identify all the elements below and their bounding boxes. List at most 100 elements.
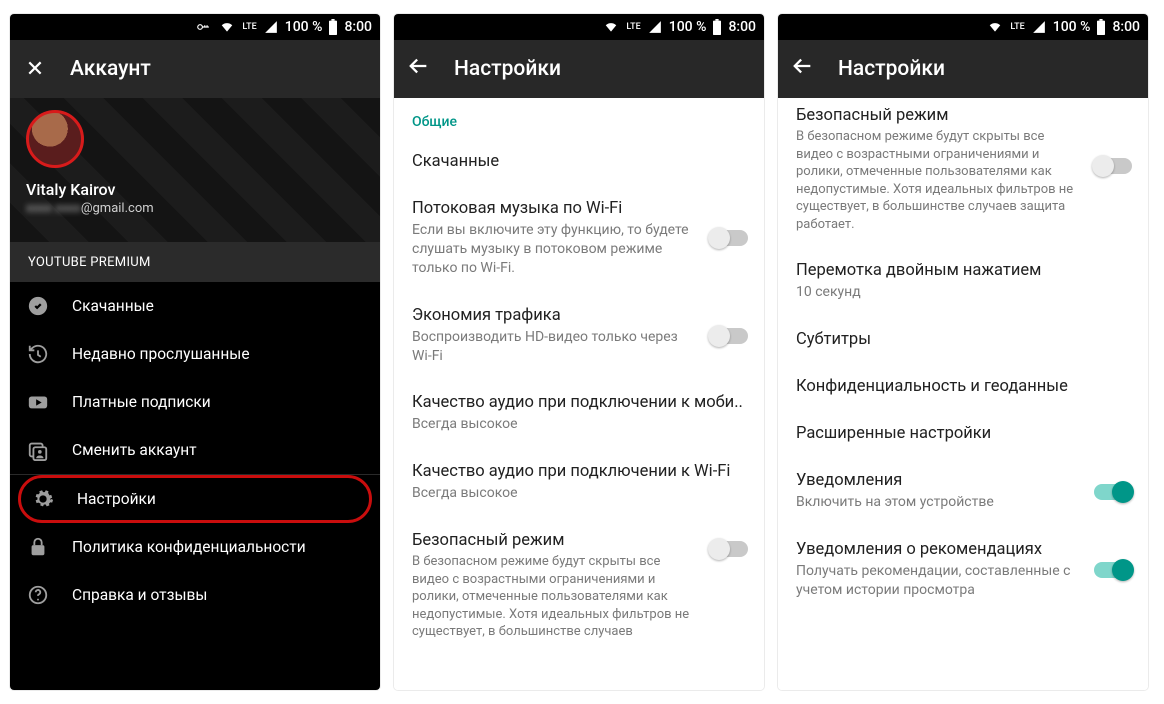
settings-item-double-tap[interactable]: Перемотка двойным нажатием 10 секунд [778, 247, 1148, 316]
account-body: Vitaly Kairov xxxx xxxx@gmail.com YOUTUB… [10, 98, 380, 690]
settings-item-subtitle: Воспроизводить HD-видео только через Wi-… [412, 328, 746, 366]
settings-item-audio-wifi[interactable]: Качество аудио при подключении к Wi-Fi В… [394, 448, 764, 517]
clock-text: 8:00 [1112, 19, 1140, 35]
settings-item-subtitles[interactable]: Субтитры [778, 316, 1148, 363]
settings-item-privacy-geo[interactable]: Конфиденциальность и геоданные [778, 363, 1148, 410]
settings-item-safe-mode[interactable]: Безопасный режим В безопасном режиме буд… [394, 517, 764, 655]
status-bar: LTE 100 % 8:00 [778, 14, 1148, 40]
settings-item-title: Конфиденциальность и геоданные [796, 377, 1130, 396]
menu-item-switch[interactable]: Сменить аккаунт [10, 426, 380, 474]
settings-list[interactable]: Общие Скачанные Потоковая музыка по Wi-F… [394, 98, 764, 690]
signal-icon [647, 20, 663, 34]
toggle-notifications[interactable] [1094, 484, 1132, 500]
settings-item-downloads[interactable]: Скачанные [394, 138, 764, 185]
phone-settings-1: LTE 100 % 8:00 Настройки Общие Скачанные… [394, 14, 764, 690]
lte-label: LTE [1010, 22, 1024, 32]
settings-item-title: Потоковая музыка по Wi-Fi [412, 199, 746, 218]
page-title: Настройки [454, 57, 561, 81]
menu-label: Недавно прослушанные [72, 345, 250, 363]
account-menu: Скачанные Недавно прослушанные Платные п… [10, 282, 380, 619]
menu-item-settings[interactable]: Настройки [18, 475, 372, 523]
battery-text: 100 % [1053, 19, 1091, 35]
action-bar: Настройки [778, 40, 1148, 98]
action-bar: ✕ Аккаунт [10, 40, 380, 98]
menu-label: Справка и отзывы [72, 586, 207, 604]
user-email: xxxx xxxx@gmail.com [26, 201, 364, 216]
settings-item-title: Расширенные настройки [796, 424, 1130, 443]
menu-item-help[interactable]: Справка и отзывы [10, 571, 380, 619]
phone-account: LTE 100 % 8:00 ✕ Аккаунт Vitaly Kairov x… [10, 14, 380, 690]
settings-item-rec-notifications[interactable]: Уведомления о рекомендациях Получать рек… [778, 526, 1148, 614]
signal-icon [263, 20, 279, 34]
settings-item-subtitle: В безопасном режиме будут скрыты все вид… [796, 128, 1130, 233]
menu-label: Сменить аккаунт [72, 441, 197, 459]
battery-text: 100 % [285, 19, 323, 35]
settings-item-title: Безопасный режим [796, 106, 1130, 125]
settings-item-advanced[interactable]: Расширенные настройки [778, 410, 1148, 457]
toggle-data-saver[interactable] [710, 328, 748, 344]
settings-list[interactable]: Безопасный режим В безопасном режиме буд… [778, 98, 1148, 690]
menu-label: Настройки [77, 490, 156, 508]
menu-item-recent[interactable]: Недавно прослушанные [10, 330, 380, 378]
menu-label: Скачанные [72, 297, 154, 315]
menu-label: Политика конфиденциальности [72, 538, 306, 556]
phone-settings-2: LTE 100 % 8:00 Настройки Безопасный режи… [778, 14, 1148, 690]
lock-icon [26, 535, 50, 559]
settings-item-title: Качество аудио при подключении к Wi-Fi [412, 462, 746, 481]
battery-icon [712, 19, 722, 35]
settings-item-title: Уведомления [796, 471, 1130, 490]
status-bar: LTE 100 % 8:00 [394, 14, 764, 40]
menu-item-paid[interactable]: Платные подписки [10, 378, 380, 426]
settings-item-title: Качество аудио при подключении к моби.. [412, 393, 746, 412]
settings-item-safe-mode[interactable]: Безопасный режим В безопасном режиме буд… [778, 98, 1148, 247]
switch-account-icon [26, 438, 50, 462]
wifi-icon [602, 20, 620, 34]
clock-text: 8:00 [344, 19, 372, 35]
settings-item-subtitle: 10 секунд [796, 283, 1130, 302]
avatar[interactable] [26, 110, 84, 168]
page-title: Аккаунт [70, 57, 151, 81]
close-icon[interactable]: ✕ [24, 57, 46, 82]
key-icon [194, 20, 212, 34]
settings-item-subtitle: Включить на этом устройстве [796, 493, 1130, 512]
signal-icon [1031, 20, 1047, 34]
battery-icon [328, 19, 338, 35]
menu-item-privacy[interactable]: Политика конфиденциальности [10, 523, 380, 571]
clock-text: 8:00 [728, 19, 756, 35]
help-icon [26, 583, 50, 607]
history-icon [26, 342, 50, 366]
settings-item-audio-mobile[interactable]: Качество аудио при подключении к моби.. … [394, 379, 764, 448]
menu-item-downloads[interactable]: Скачанные [10, 282, 380, 330]
settings-item-subtitle: Всегда высокое [412, 415, 746, 434]
settings-item-subtitle: В безопасном режиме будут скрыты все вид… [412, 553, 746, 641]
settings-item-title: Экономия трафика [412, 306, 746, 325]
back-icon[interactable] [792, 55, 814, 83]
settings-item-wifi-stream[interactable]: Потоковая музыка по Wi-Fi Если вы включи… [394, 185, 764, 292]
wifi-icon [218, 20, 236, 34]
back-icon[interactable] [408, 55, 430, 83]
toggle-rec-notifications[interactable] [1094, 562, 1132, 578]
settings-item-title: Перемотка двойным нажатием [796, 261, 1130, 280]
lte-label: LTE [242, 23, 256, 31]
toggle-wifi-stream[interactable] [710, 230, 748, 246]
check-circle-icon [26, 294, 50, 318]
lte-label: LTE [626, 22, 640, 32]
toggle-safe-mode[interactable] [1094, 158, 1132, 174]
settings-item-data-saver[interactable]: Экономия трафика Воспроизводить HD-видео… [394, 292, 764, 380]
user-name: Vitaly Kairov [26, 180, 364, 199]
settings-item-title: Безопасный режим [412, 531, 746, 550]
toggle-safe-mode[interactable] [710, 541, 748, 557]
page-title: Настройки [838, 57, 945, 81]
section-header-general: Общие [394, 98, 764, 138]
settings-item-subtitle: Всегда высокое [412, 484, 746, 503]
settings-item-title: Скачанные [412, 152, 746, 171]
settings-item-subtitle: Получать рекомендации, составленные с уч… [796, 562, 1130, 600]
wifi-icon [986, 20, 1004, 34]
account-header: Vitaly Kairov xxxx xxxx@gmail.com YOUTUB… [10, 98, 380, 282]
menu-label: Платные подписки [72, 393, 211, 411]
settings-item-title: Субтитры [796, 330, 1130, 349]
settings-item-notifications[interactable]: Уведомления Включить на этом устройстве [778, 457, 1148, 526]
battery-icon [1096, 19, 1106, 35]
youtube-icon [26, 390, 50, 414]
gear-icon [31, 487, 55, 511]
